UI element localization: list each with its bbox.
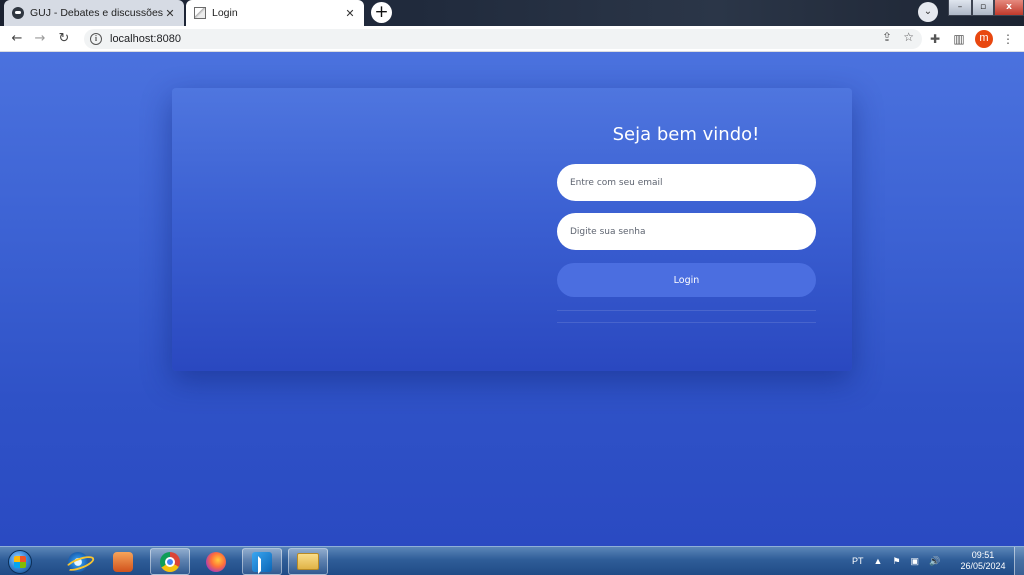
close-icon[interactable]: ✕ <box>344 7 356 20</box>
divider <box>557 310 816 311</box>
vscode-icon <box>252 551 272 574</box>
window-close-button[interactable]: x <box>994 0 1024 16</box>
back-arrow-icon[interactable]: ← <box>8 30 26 48</box>
page-viewport: Seja bem vindo! Login <box>0 52 1024 546</box>
extensions-puzzle-icon[interactable]: ✚ <box>926 30 944 48</box>
network-icon[interactable]: ▣ <box>911 556 920 567</box>
share-icon[interactable]: ⇪ <box>882 30 892 44</box>
media-player-icon <box>113 551 133 572</box>
bookmark-star-icon[interactable]: ☆ <box>903 30 914 44</box>
welcome-heading: Seja bem vindo! <box>612 124 760 145</box>
tab-search-icon[interactable]: ⌄ <box>918 2 938 22</box>
image-icon <box>194 7 206 19</box>
password-field[interactable] <box>557 213 816 250</box>
taskbar-file-explorer[interactable] <box>288 548 328 575</box>
volume-icon[interactable]: 🔊 <box>929 556 940 567</box>
divider <box>557 322 816 323</box>
windows-logo-icon <box>14 556 26 568</box>
new-tab-button[interactable]: + <box>371 2 392 23</box>
login-card: Seja bem vindo! Login <box>172 88 852 371</box>
tab-login[interactable]: Login ✕ <box>186 0 364 26</box>
firefox-icon <box>206 551 226 572</box>
start-button[interactable] <box>2 548 38 575</box>
tab-title: Login <box>212 7 238 19</box>
show-hidden-icons-icon[interactable]: ▲ <box>874 556 883 566</box>
close-icon[interactable]: ✕ <box>164 7 176 20</box>
clock-date: 26/05/2024 <box>960 561 1006 571</box>
browser-toolbar: ← → ↻ i localhost:8080 ⇪ ☆ ✚ ▥ m ⋮ <box>0 26 1024 52</box>
action-center-flag-icon[interactable]: ⚑ <box>892 556 900 567</box>
taskbar-firefox[interactable] <box>196 548 236 575</box>
info-icon[interactable]: i <box>90 33 102 45</box>
side-panel-icon[interactable]: ▥ <box>950 30 968 48</box>
internet-explorer-icon <box>68 551 88 572</box>
taskbar-vscode[interactable] <box>242 548 282 575</box>
clock-time: 09:51 <box>971 550 995 560</box>
tab-title: GUJ - Debates e discussões sobre <box>30 7 164 19</box>
guj-logo-icon <box>12 7 24 19</box>
chrome-icon <box>160 551 180 572</box>
language-indicator[interactable]: PT <box>852 556 864 566</box>
profile-avatar[interactable]: m <box>975 30 993 48</box>
taskbar: PT ▲ ⚑ ▣ 🔊 09:51 26/05/2024 <box>0 546 1024 575</box>
file-explorer-icon <box>297 553 319 570</box>
reload-icon[interactable]: ↻ <box>55 30 73 48</box>
show-desktop-button[interactable] <box>1014 547 1024 575</box>
window-minimize-button[interactable]: – <box>948 0 972 16</box>
menu-kebab-icon[interactable]: ⋮ <box>999 30 1017 48</box>
login-button[interactable]: Login <box>557 263 816 297</box>
taskbar-chrome[interactable] <box>150 548 190 575</box>
forward-arrow-icon[interactable]: → <box>31 30 49 48</box>
taskbar-media-player[interactable] <box>103 548 143 575</box>
clock[interactable]: 09:51 26/05/2024 <box>958 550 1008 572</box>
tab-guj[interactable]: GUJ - Debates e discussões sobre ✕ <box>4 0 184 26</box>
url-text: localhost:8080 <box>110 33 181 45</box>
email-field[interactable] <box>557 164 816 201</box>
window-maximize-button[interactable]: ▫ <box>972 0 994 16</box>
address-bar[interactable]: i localhost:8080 ⇪ ☆ <box>84 29 922 49</box>
browser-tab-strip: GUJ - Debates e discussões sobre ✕ Login… <box>0 0 1024 26</box>
system-tray: PT ▲ ⚑ ▣ 🔊 <box>852 547 950 575</box>
taskbar-internet-explorer[interactable] <box>58 548 98 575</box>
